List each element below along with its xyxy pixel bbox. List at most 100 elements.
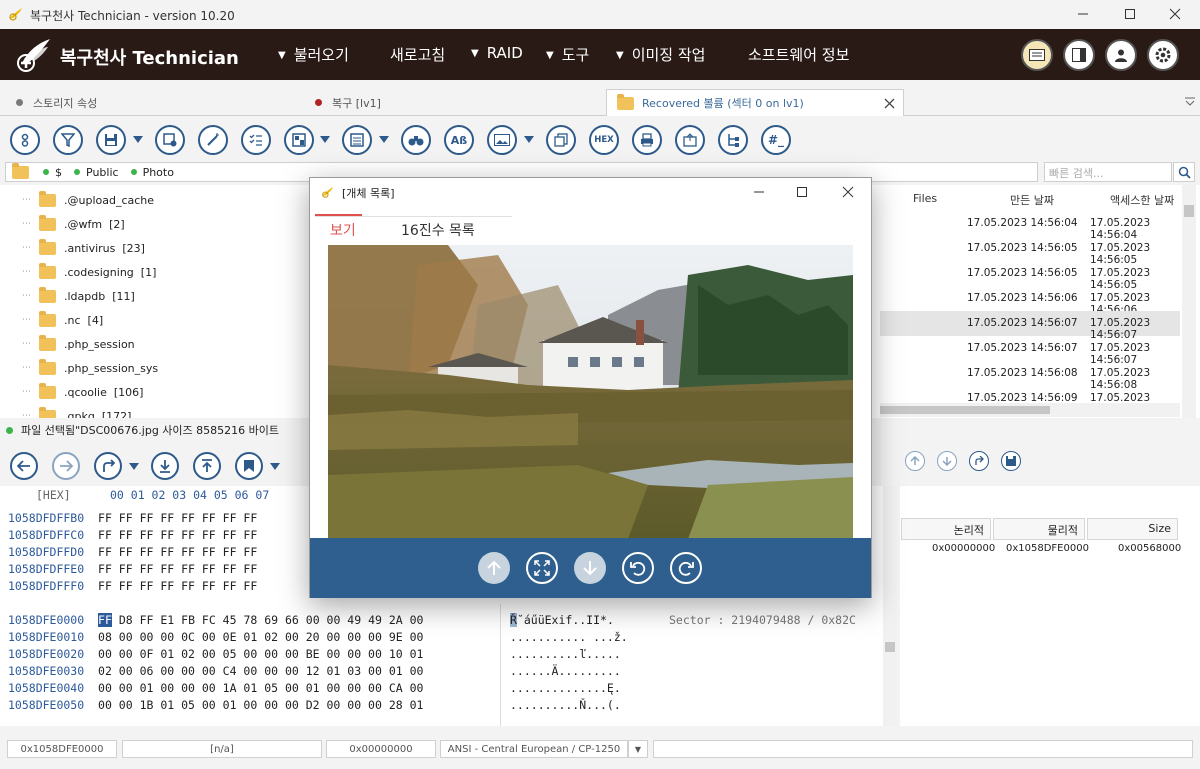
table-row[interactable]: 17.05.2023 14:56:08 17.05.2023 14:56:08: [880, 361, 1180, 391]
table-row[interactable]: 17.05.2023 14:56:05 17.05.2023 14:56:05: [880, 236, 1180, 266]
hex-row[interactable]: 1058DFE0050 00 00 1B 01 05 00 01 00 00 0…: [8, 698, 423, 715]
table-row[interactable]: 17.05.2023 14:56:05 17.05.2023 14:56:05: [880, 261, 1180, 291]
hex-row[interactable]: 1058DFE0040 00 00 01 00 00 00 1A 01 05 0…: [8, 681, 423, 698]
hex-row[interactable]: 1058DFE0010 08 00 00 00 0C 00 0E 01 02 0…: [8, 630, 423, 647]
extent-up-button[interactable]: [905, 451, 925, 471]
download-button[interactable]: [151, 452, 179, 480]
file-list-hscrollbar[interactable]: [880, 403, 1180, 417]
column-header-files[interactable]: Files: [913, 192, 937, 205]
tab-storage-properties[interactable]: 스토리지 속성: [16, 89, 97, 116]
info-button[interactable]: [10, 125, 40, 155]
menu-tools[interactable]: ▼ 도구: [546, 44, 589, 65]
table-row[interactable]: 0x00000000 0x1058DFE0000 0x00568000: [900, 542, 1200, 558]
tree-item[interactable]: ⋯ .ldapdb [11]: [22, 284, 135, 308]
scrollbar-thumb[interactable]: [1184, 205, 1194, 217]
table-row[interactable]: 17.05.2023 14:56:04 17.05.2023 14:56:04: [880, 211, 1180, 241]
hex-row[interactable]: 1058DFE0020 00 00 0F 01 02 00 05 00 00 0…: [8, 647, 423, 664]
extent-redirect-button[interactable]: [969, 451, 989, 471]
column-header-accessed[interactable]: 액세스한 날짜: [1110, 192, 1174, 208]
encoding-select[interactable]: ANSI - Central European / CP-1250: [440, 740, 628, 758]
dialog-maximize-icon[interactable]: [796, 186, 808, 198]
column-header-logical[interactable]: 논리적: [901, 518, 991, 540]
tree-item[interactable]: ⋯ .@wfm [2]: [22, 212, 125, 236]
column-header-physical[interactable]: 물리적: [993, 518, 1085, 540]
breadcrumb-segment[interactable]: $: [43, 166, 62, 179]
table-row[interactable]: 17.05.2023 14:56:06 17.05.2023 14:56:06: [880, 286, 1180, 316]
tab-overflow-icon[interactable]: [1184, 97, 1196, 107]
back-button[interactable]: [10, 452, 38, 480]
image-view-dropdown[interactable]: [524, 136, 534, 143]
tree-item[interactable]: ⋯ .php_session: [22, 332, 135, 356]
menu-load[interactable]: ▼ 불러오기: [278, 44, 349, 65]
tree-item[interactable]: ⋯ .antivirus [23]: [22, 236, 145, 260]
menu-raid[interactable]: ▼ RAID: [471, 44, 523, 62]
tree-item[interactable]: ⋯ .@upload_cache: [22, 188, 154, 212]
close-button[interactable]: [1152, 0, 1198, 28]
breadcrumb-segment[interactable]: Public: [74, 166, 119, 179]
ascii-row[interactable]: ......Ä.........: [510, 664, 621, 681]
dialog-minimize-icon[interactable]: [753, 186, 765, 198]
layout-dropdown[interactable]: [320, 136, 330, 143]
hex-row[interactable]: 1058DFDFFD0 FF FF FF FF FF FF FF FF: [8, 545, 257, 562]
hex-view-button[interactable]: HEX: [589, 125, 619, 155]
text-search-button[interactable]: Aß: [444, 125, 474, 155]
ascii-row[interactable]: ........... ...ž.: [510, 630, 628, 647]
hex-row[interactable]: 1058DFDFFE0 FF FF FF FF FF FF FF FF: [8, 562, 257, 579]
hex-row[interactable]: 1058DFDFFC0 FF FF FF FF FF FF FF FF: [8, 528, 257, 545]
search-button[interactable]: [1173, 162, 1195, 182]
view-dropdown[interactable]: [379, 136, 389, 143]
ascii-row[interactable]: Ř˘áűüExif..II*.: [510, 613, 614, 630]
column-header-created[interactable]: 만든 날짜: [1010, 192, 1054, 208]
ascii-row[interactable]: ..........ľ.....: [510, 647, 621, 664]
find-button[interactable]: [401, 125, 431, 155]
tree-item[interactable]: ⋯ .qcoolie [106]: [22, 380, 143, 404]
tree-button[interactable]: [718, 125, 748, 155]
bookmark-button[interactable]: [235, 452, 263, 480]
table-row-selected[interactable]: 17.05.2023 14:56:07 17.05.2023 14:56:07: [880, 311, 1180, 341]
forward-button[interactable]: [52, 452, 80, 480]
save-selected-button[interactable]: [155, 125, 185, 155]
settings-button[interactable]: [1147, 39, 1179, 71]
rotate-left-button[interactable]: [622, 552, 654, 584]
tab-close-icon[interactable]: [884, 98, 895, 109]
view-list-button[interactable]: [342, 125, 372, 155]
upload-button[interactable]: [193, 452, 221, 480]
license-button[interactable]: [1021, 39, 1053, 71]
hex-row[interactable]: 1058DFE0030 02 00 06 00 00 00 C4 00 00 0…: [8, 664, 423, 681]
dialog-close-icon[interactable]: [842, 186, 854, 198]
maximize-button[interactable]: [1107, 0, 1153, 28]
next-image-button[interactable]: [574, 552, 606, 584]
encoding-dropdown-button[interactable]: ▼: [628, 740, 648, 758]
tab-view[interactable]: 보기: [330, 220, 356, 240]
quick-search-input[interactable]: 빠른 검색...: [1044, 162, 1172, 182]
tab-hex-list[interactable]: 16진수 목록: [401, 220, 475, 240]
hex-row[interactable]: 1058DFDFFB0 FF FF FF FF FF FF FF FF: [8, 511, 257, 528]
tab-recovery[interactable]: 복구 [lv1]: [315, 89, 381, 116]
breadcrumb-segment[interactable]: Photo: [130, 166, 174, 179]
hex-cursor-byte[interactable]: FF: [98, 613, 112, 627]
hscrollbar-thumb[interactable]: [880, 406, 1050, 414]
hex-scrollbar[interactable]: [883, 486, 897, 726]
tree-item[interactable]: ⋯ .nc [4]: [22, 308, 103, 332]
fullscreen-button[interactable]: [526, 552, 558, 584]
save-button[interactable]: [96, 125, 126, 155]
redirect-dropdown[interactable]: [129, 463, 139, 470]
rotate-right-button[interactable]: [670, 552, 702, 584]
minimize-button[interactable]: [1060, 0, 1106, 28]
goto-offset-button[interactable]: #_: [761, 125, 791, 155]
previous-image-button[interactable]: [478, 552, 510, 584]
filter-button[interactable]: [53, 125, 83, 155]
hex-row[interactable]: 1058DFDFFF0 FF FF FF FF FF FF FF FF: [8, 579, 257, 596]
ascii-row[interactable]: ..............Ę.: [510, 681, 621, 698]
layout-button[interactable]: [284, 125, 314, 155]
panel-toggle-button[interactable]: [1063, 39, 1095, 71]
menu-imaging[interactable]: ▼ 이미징 작업: [616, 44, 705, 65]
redirect-button[interactable]: [94, 452, 122, 480]
checklist-button[interactable]: [241, 125, 271, 155]
tree-item[interactable]: ⋯ .qpkg [172]: [22, 404, 131, 418]
menu-software-info[interactable]: 소프트웨어 정보: [748, 44, 849, 65]
save-dropdown[interactable]: [133, 136, 143, 143]
tree-item[interactable]: ⋯ .php_session_sys: [22, 356, 158, 380]
ascii-row[interactable]: ..........Ň...(.: [510, 698, 621, 715]
export-button[interactable]: [675, 125, 705, 155]
